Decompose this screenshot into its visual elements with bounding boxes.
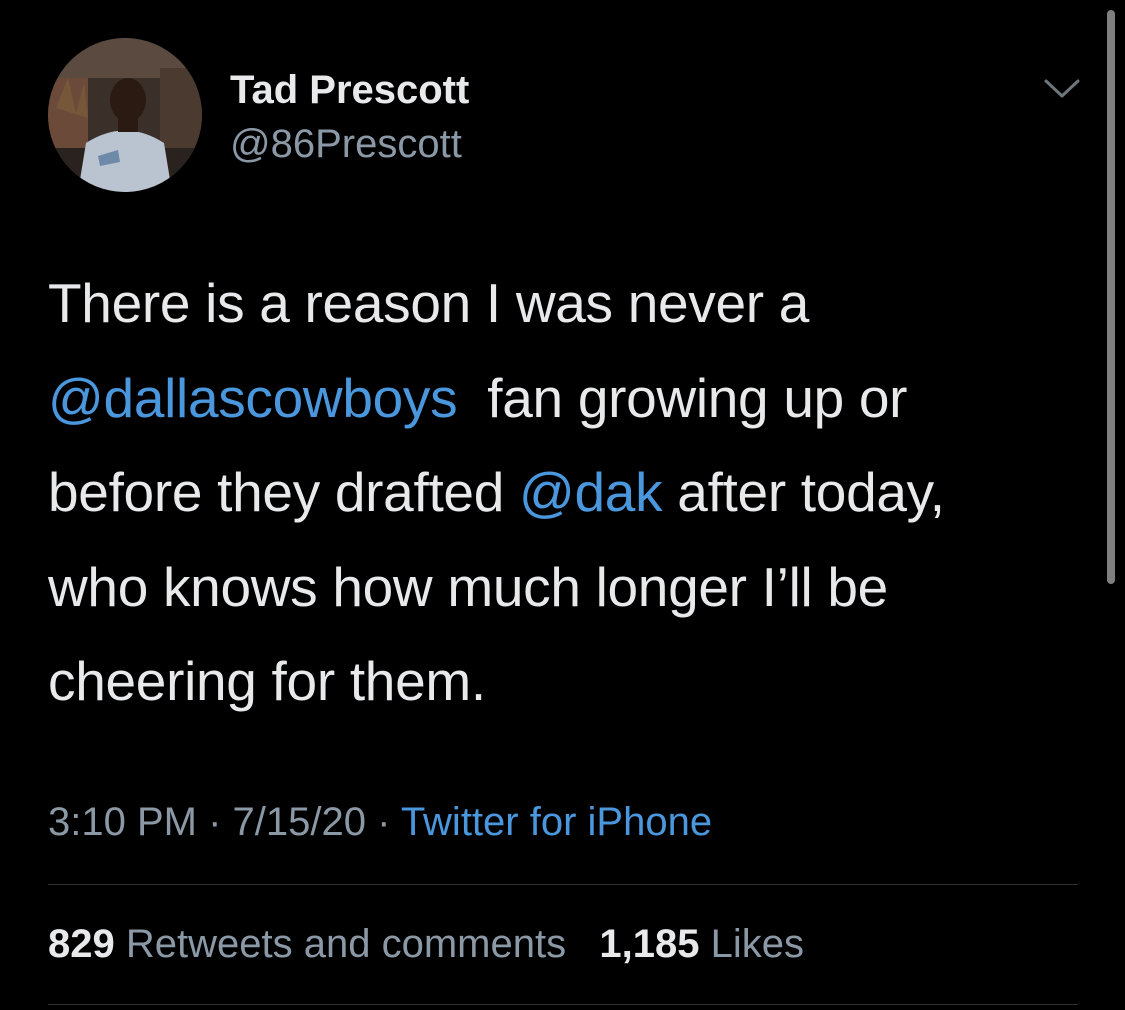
tweet-text-line: before they drafted @dak after today,	[48, 445, 1088, 540]
tweet-text-segment: There is a reason I was never a	[48, 272, 810, 334]
scrollbar[interactable]	[1107, 10, 1115, 584]
tweet: Tad Prescott @86Prescott There is a reas…	[0, 0, 1125, 1010]
divider	[48, 1004, 1078, 1005]
tweet-text-segment: cheering for them.	[48, 650, 486, 712]
chevron-down-icon[interactable]	[1040, 74, 1084, 104]
mention-link[interactable]: @dak	[519, 461, 663, 523]
tweet-text-line: who knows how much longer I’ll be	[48, 540, 1088, 635]
retweets-stat[interactable]: 829 Retweets and comments	[48, 922, 566, 966]
retweets-count: 829	[48, 922, 115, 966]
tweet-time: 3:10 PM	[48, 800, 197, 844]
likes-stat[interactable]: 1,185 Likes	[599, 922, 804, 966]
display-name[interactable]: Tad Prescott	[230, 68, 469, 113]
retweets-label: Retweets and comments	[125, 922, 567, 966]
tweet-text-segment: after today,	[662, 461, 945, 523]
tweet-text-line: cheering for them.	[48, 634, 1088, 729]
tweet-text: There is a reason I was never a @dallasco…	[48, 256, 1088, 729]
tweet-stats: 829 Retweets and comments 1,185 Likes	[48, 922, 804, 967]
tweet-text-segment: before they drafted	[48, 461, 519, 523]
user-handle[interactable]: @86Prescott	[230, 122, 462, 167]
avatar-image	[48, 38, 202, 192]
tweet-date: 7/15/20	[232, 800, 366, 844]
likes-count: 1,185	[599, 922, 700, 966]
avatar[interactable]	[48, 38, 202, 192]
tweet-text-line: @dallascowboys fan growing up or	[48, 351, 1088, 446]
tweet-source-link[interactable]: Twitter for iPhone	[401, 800, 712, 844]
likes-label: Likes	[710, 922, 805, 966]
divider	[48, 884, 1078, 885]
meta-separator: ·	[196, 800, 233, 844]
tweet-text-segment: who knows how much longer I’ll be	[48, 555, 888, 618]
mention-link[interactable]: @dallascowboys	[48, 367, 458, 429]
tweet-text-line: There is a reason I was never a	[48, 256, 1088, 351]
tweet-text-segment: fan growing up or	[457, 366, 908, 429]
meta-separator: ·	[365, 800, 401, 844]
tweet-meta: 3:10 PM · 7/15/20 · Twitter for iPhone	[48, 800, 712, 845]
